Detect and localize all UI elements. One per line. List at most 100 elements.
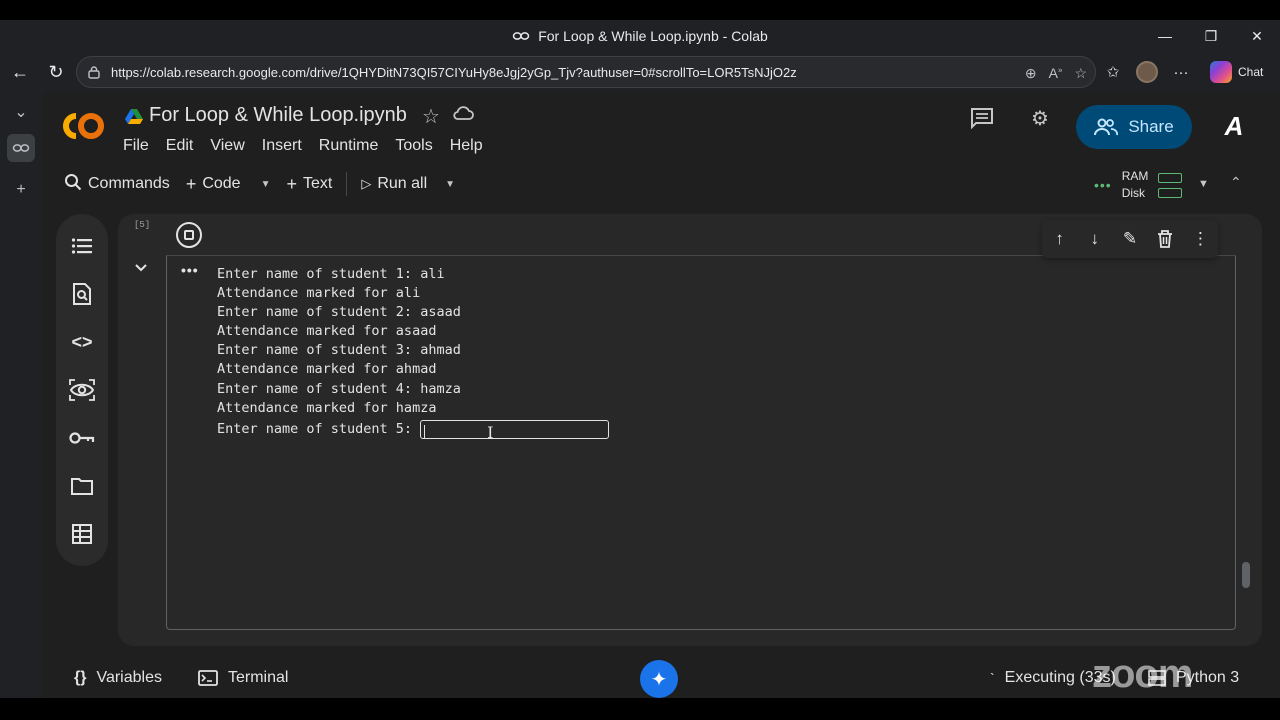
plus-icon: + (185, 173, 197, 194)
browser-profile-avatar[interactable] (1136, 61, 1158, 83)
files-folder-icon[interactable] (68, 472, 96, 500)
braces-icon: {} (74, 669, 87, 686)
chat-label: Chat (1238, 65, 1264, 79)
browser-menu-icon[interactable]: ··· (1168, 59, 1194, 85)
disk-bar (1158, 187, 1183, 198)
browser-sidebar: ⌄ + (0, 92, 42, 698)
add-text-label: Text (303, 175, 333, 192)
url-field[interactable]: https://colab.research.google.com/drive/… (76, 56, 1096, 88)
move-cell-up-icon[interactable]: ↑ (1047, 226, 1073, 252)
scrollbar-thumb[interactable] (1242, 562, 1250, 588)
colab-tab-icon (512, 32, 530, 40)
disk-label: Disk (1121, 186, 1146, 200)
back-button[interactable]: ← (2, 54, 38, 90)
copilot-chat-button[interactable]: Chat (1204, 57, 1274, 87)
move-cell-down-icon[interactable]: ↓ (1082, 226, 1108, 252)
code-snippets-icon[interactable]: <> (68, 328, 96, 356)
resource-status-dots-icon: ••• (1094, 177, 1112, 193)
terminal-button[interactable]: Terminal (198, 658, 288, 698)
menu-tools[interactable]: Tools (395, 137, 432, 155)
close-window-button[interactable]: ✕ (1234, 20, 1280, 52)
google-drive-icon[interactable] (124, 108, 144, 126)
notebook-main-panel: [5] ↑ ↓ ✎ ⋮ ••• Enter name of student 1:… (118, 214, 1262, 646)
favorites-icon[interactable]: ✩ (1100, 59, 1126, 85)
variable-inspector-eye-icon[interactable] (68, 376, 96, 404)
output-actions-icon[interactable]: ••• (181, 262, 199, 278)
comments-icon[interactable] (968, 104, 996, 132)
output-line: Attendance marked for hamza (217, 399, 437, 416)
stop-execution-button[interactable] (176, 222, 202, 248)
toolbar-divider (346, 172, 348, 196)
backtick-icon: ` (990, 670, 995, 686)
collapse-output-chevron-icon[interactable] (134, 260, 148, 276)
colab-tab-button[interactable] (7, 134, 35, 162)
site-info-icon[interactable] (87, 64, 103, 80)
collapse-toolbar-chevron-up-icon[interactable]: ⌃ (1230, 174, 1242, 191)
window-titlebar: For Loop & While Loop.ipynb - Colab — ❐ … (0, 20, 1280, 52)
play-icon: ▷ (361, 176, 372, 191)
share-button[interactable]: Share (1076, 105, 1192, 149)
cell-output-area: ••• Enter name of student 1: ali Attenda… (166, 256, 1236, 630)
table-of-contents-icon[interactable] (68, 232, 96, 260)
menu-insert[interactable]: Insert (262, 137, 302, 155)
cloud-saved-icon[interactable] (452, 104, 474, 127)
read-aloud-icon[interactable]: A» (1049, 65, 1063, 81)
ram-label: RAM (1121, 169, 1149, 183)
execution-count: [5] (134, 220, 151, 230)
add-text-button[interactable]: + Text (278, 164, 340, 204)
zoom-icon[interactable]: ⊕ (1025, 65, 1037, 82)
menu-edit[interactable]: Edit (166, 137, 194, 155)
output-line: Enter name of student 2: asaad (217, 304, 461, 321)
ram-bar (1158, 172, 1183, 183)
menu-runtime[interactable]: Runtime (319, 137, 379, 155)
notebook-title[interactable]: For Loop & While Loop.ipynb (149, 104, 407, 127)
edit-pencil-icon[interactable]: ✎ (1117, 226, 1143, 252)
colab-logo[interactable] (60, 110, 106, 142)
plus-icon: + (286, 173, 297, 194)
user-profile-avatar[interactable]: A (1214, 106, 1254, 146)
commands-button[interactable]: Commands (56, 164, 178, 204)
resources-indicator[interactable]: ••• RAM Disk (1094, 168, 1183, 202)
window-title-text: For Loop & While Loop.ipynb - Colab (538, 28, 768, 44)
stdin-input-field[interactable]: I (420, 419, 610, 442)
run-all-label: Run all (377, 175, 428, 192)
commands-label: Commands (88, 175, 170, 192)
data-table-icon[interactable] (68, 520, 96, 548)
url-text[interactable]: https://colab.research.google.com/drive/… (111, 65, 797, 80)
menu-file[interactable]: File (123, 137, 149, 155)
stdin-prompt: Enter name of student 5: (217, 420, 413, 437)
more-options-icon[interactable]: ⋮ (1187, 226, 1213, 252)
terminal-label: Terminal (228, 669, 289, 686)
add-code-button[interactable]: + Code ▼ (178, 164, 279, 204)
output-text: Enter name of student 1: ali Attendance … (217, 265, 610, 442)
menu-help[interactable]: Help (450, 137, 483, 155)
stop-icon (184, 230, 194, 240)
menu-view[interactable]: View (210, 137, 244, 155)
delete-cell-trash-icon[interactable] (1152, 226, 1178, 252)
run-all-button[interactable]: ▷ Run all ▼ (353, 164, 463, 204)
reload-button[interactable]: ↻ (38, 54, 74, 90)
letterbox-top (0, 0, 1280, 20)
favorite-star-icon[interactable]: ☆ (1074, 65, 1087, 82)
find-replace-icon[interactable] (68, 280, 96, 308)
window-title: For Loop & While Loop.ipynb - Colab (512, 28, 768, 44)
run-all-dropdown-caret-icon[interactable]: ▼ (445, 179, 455, 190)
resources-dropdown-caret-icon[interactable]: ▼ (1198, 178, 1209, 190)
cell-toolbar: ↑ ↓ ✎ ⋮ (1042, 220, 1218, 258)
terminal-icon (198, 670, 218, 686)
search-icon (64, 173, 82, 196)
restore-button[interactable]: ❐ (1188, 20, 1234, 52)
code-dropdown-caret-icon[interactable]: ▼ (261, 179, 271, 190)
output-line: Attendance marked for ahmad (217, 361, 437, 378)
variables-button[interactable]: {} Variables (74, 658, 162, 698)
settings-gear-icon[interactable]: ⚙ (1026, 104, 1054, 132)
output-line: Attendance marked for asaad (217, 323, 437, 340)
letterbox-bottom (0, 698, 1280, 720)
star-icon[interactable]: ☆ (422, 104, 440, 129)
secrets-key-icon[interactable] (68, 424, 96, 452)
minimize-button[interactable]: — (1142, 20, 1188, 52)
gemini-sparkle-button[interactable]: ✦ (640, 660, 678, 698)
chevron-down-icon[interactable]: ⌄ (7, 98, 35, 126)
stdin-prompt-line: Enter name of student 5: I (217, 419, 610, 442)
add-tab-icon[interactable]: + (7, 176, 35, 204)
